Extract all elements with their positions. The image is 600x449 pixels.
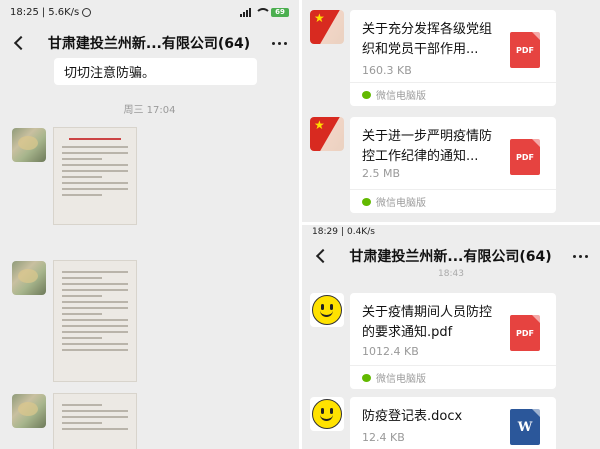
file-source-label: 微信电脑版 [376,198,426,209]
chat-screen-left: 18:25 | 5.6K/s 69 甘肃建投兰州新...有限公司(64) 切切注… [0,0,299,449]
image-message[interactable] [54,394,136,449]
signal-icon [240,7,251,17]
status-bar: 18:25 | 5.6K/s 69 [0,0,299,24]
avatar[interactable] [310,293,344,327]
avatar[interactable] [12,128,46,162]
message-timestamp: 周三 17:04 [123,105,176,116]
file-source: 微信电脑版 [350,82,556,106]
file-source-label: 微信电脑版 [376,374,426,385]
smiley-icon [312,399,342,429]
file-name: 防疫登记表.docx [362,409,463,424]
file-message[interactable]: 关于进一步严明疫情防控工作纪律的通知... 2.5 MB PDF 微信电脑版 [350,117,556,213]
file-source: 微信电脑版 [350,189,556,213]
file-size: 1012.4 KB [362,345,419,358]
image-message[interactable] [54,128,136,224]
status-bar: 18:29 | 0.4K/s [312,227,375,237]
status-time: 18:29 [312,227,338,237]
avatar[interactable]: ★ [310,10,344,44]
file-name: 关于进一步严明疫情防控工作纪律的通知... [362,129,493,164]
wifi-icon [255,7,271,17]
file-size: 12.4 KB [362,431,405,444]
wechat-icon [362,373,371,382]
star-icon: ★ [314,11,325,25]
wechat-icon [362,197,371,206]
pdf-file-icon: PDF [510,139,540,175]
more-options-icon[interactable] [272,41,287,45]
message-bubble[interactable]: 切切注意防骗。 [54,58,257,85]
chat-screen-right-top: ★ 关于充分发挥各级党组织和党员干部作用... 160.3 KB PDF 微信电… [302,0,600,222]
more-options-icon[interactable] [573,254,588,258]
file-source: 微信电脑版 [350,365,556,389]
chat-title: 甘肃建投兰州新...有限公司(64) [47,36,251,52]
avatar[interactable]: ★ [310,117,344,151]
file-message[interactable]: 关于疫情期间人员防控的要求通知.pdf 1012.4 KB PDF 微信电脑版 [350,293,556,389]
star-icon: ★ [314,118,325,132]
file-source-label: 微信电脑版 [376,91,426,102]
network-speed: 0.4K/s [346,227,375,237]
pdf-file-icon: PDF [510,32,540,68]
chat-screen-right-bottom: 18:29 | 0.4K/s 甘肃建投兰州新...有限公司(64) 18:43 … [302,225,600,449]
file-name: 关于疫情期间人员防控的要求通知.pdf [362,305,493,340]
chat-header: 甘肃建投兰州新...有限公司(64) [302,239,600,273]
word-file-icon: W [510,409,540,445]
file-message[interactable]: 防疫登记表.docx 12.4 KB W [350,397,556,449]
battery-icon: 69 [271,7,289,17]
avatar[interactable] [310,397,344,431]
alarm-icon [82,7,92,17]
file-size: 160.3 KB [362,64,412,77]
chat-header: 甘肃建投兰州新...有限公司(64) [0,26,299,60]
wechat-icon [362,90,371,99]
file-size: 2.5 MB [362,167,401,180]
network-speed: 5.6K/s [48,6,80,18]
image-message[interactable] [54,261,136,381]
avatar[interactable] [12,394,46,428]
smiley-icon [312,295,342,325]
pdf-file-icon: PDF [510,315,540,351]
message-timestamp: 18:43 [438,269,464,279]
avatar[interactable] [12,261,46,295]
file-name: 关于充分发挥各级党组织和党员干部作用... [362,22,493,57]
file-message[interactable]: 关于充分发挥各级党组织和党员干部作用... 160.3 KB PDF 微信电脑版 [350,10,556,106]
chat-title: 甘肃建投兰州新...有限公司(64) [349,249,552,265]
status-time: 18:25 [10,6,39,18]
